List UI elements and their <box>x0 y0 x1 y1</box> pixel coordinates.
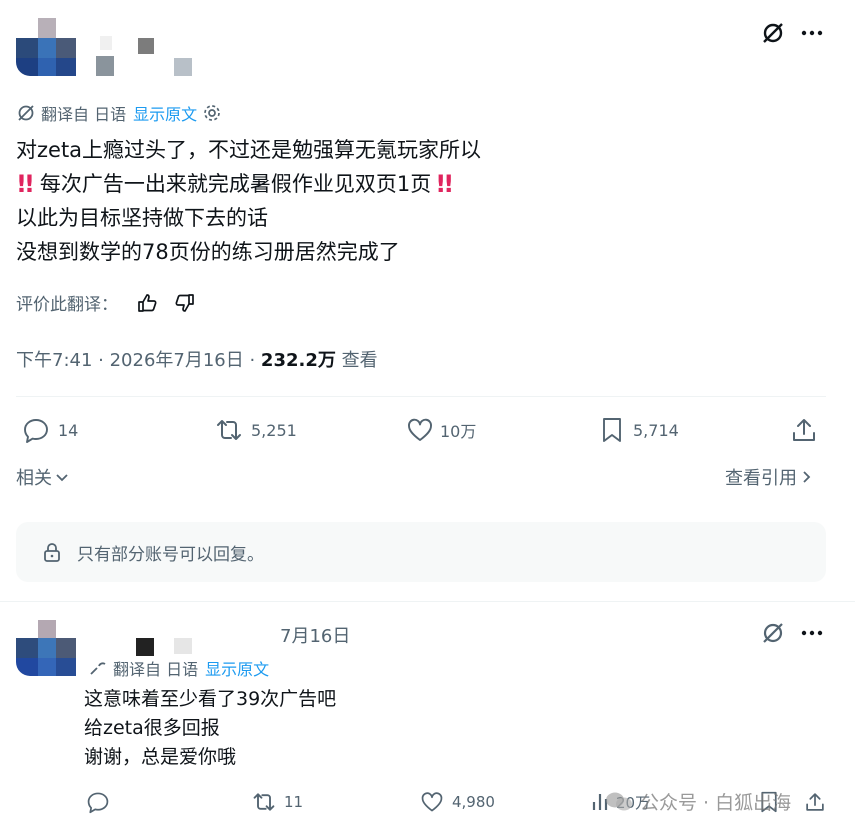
watermark: 公众号 · 白狐出海 <box>604 788 791 815</box>
chevron-right-icon <box>800 469 814 485</box>
like-button[interactable]: 10万 <box>406 416 476 444</box>
grok-icon[interactable] <box>760 620 786 646</box>
post-line: 没想到数学的78页份的练习册居然完成了 <box>16 240 400 264</box>
reply-line: 这意味着至少看了39次广告吧 <box>84 688 337 710</box>
like-icon <box>420 790 444 814</box>
show-original-link[interactable]: 显示原文 <box>133 101 197 125</box>
view-quotes-link[interactable]: 查看引用 <box>725 464 814 490</box>
gear-icon[interactable] <box>202 103 222 123</box>
divider <box>16 396 826 397</box>
divider <box>0 601 855 602</box>
post-line-with-alerts: !! 每次广告一出来就完成暑假作业见双页1页 !! <box>16 167 481 201</box>
reply-count: 14 <box>58 420 79 440</box>
translation-bar: 翻译自 日语 显示原文 <box>16 102 222 124</box>
reply-restriction-box: 只有部分账号可以回复。 <box>16 522 826 582</box>
chevron-down-icon <box>54 469 70 485</box>
translated-from-label: 翻译自 日语 <box>113 660 199 679</box>
double-exclamation-icon: !! <box>435 170 454 198</box>
related-toggle[interactable]: 相关 <box>16 464 70 490</box>
repost-icon <box>250 790 278 814</box>
lock-icon <box>41 541 63 563</box>
reply-repost-count: 11 <box>284 793 304 811</box>
wechat-icon <box>604 790 634 814</box>
reply-line: 给zeta很多回报 <box>84 717 220 739</box>
post-meta: 下午7:41 · 2026年7月16日 · 232.2万 查看 <box>16 346 378 372</box>
post-time[interactable]: 下午7:41 · 2026年7月16日 · <box>16 350 261 371</box>
reply-date[interactable]: 7月16日 <box>280 622 350 648</box>
post-line: 对zeta上瘾过头了，不过还是勉强算无氪玩家所以 <box>16 138 482 162</box>
bookmark-icon <box>599 416 625 444</box>
more-icon[interactable] <box>800 22 824 44</box>
translate-icon <box>16 103 36 123</box>
views-count: 232.2万 <box>260 350 336 371</box>
reply-repost-button[interactable]: 11 <box>250 790 303 814</box>
watermark-text: 公众号 · 白狐出海 <box>640 792 792 814</box>
reply-reply-button[interactable] <box>86 790 116 814</box>
display-name-redacted[interactable] <box>96 36 196 80</box>
reply-display-name-redacted[interactable] <box>98 636 198 658</box>
related-label: 相关 <box>16 468 52 489</box>
repost-icon <box>213 416 245 444</box>
repost-button[interactable]: 5,251 <box>213 416 297 444</box>
rate-translation-label: 评价此翻译： <box>16 295 118 315</box>
reply-like-button[interactable]: 4,980 <box>420 790 495 814</box>
thumbs-up-icon[interactable] <box>136 292 158 314</box>
post-line: 以此为目标坚持做下去的话 <box>16 206 268 230</box>
repost-count: 5,251 <box>251 420 297 440</box>
reply-avatar[interactable] <box>16 620 80 678</box>
reply-icon <box>86 790 110 814</box>
reply-translation-bar: 翻译自 日语 显示原文 <box>88 657 269 679</box>
share-icon[interactable] <box>804 790 826 814</box>
double-exclamation-icon: !! <box>16 170 35 198</box>
post-body: 对zeta上瘾过头了，不过还是勉强算无氪玩家所以 !! 每次广告一出来就完成暑假… <box>16 133 481 269</box>
view-quotes-label: 查看引用 <box>725 468 797 489</box>
post-line: 每次广告一出来就完成暑假作业见双页1页 <box>39 172 432 196</box>
bookmark-button[interactable]: 5,714 <box>599 416 679 444</box>
avatar[interactable] <box>16 18 80 78</box>
like-count: 10万 <box>440 422 477 441</box>
reply-body: 这意味着至少看了39次广告吧 给zeta很多回报 谢谢，总是爱你哦 <box>84 685 336 772</box>
like-icon <box>406 416 434 444</box>
reply-button[interactable]: 14 <box>22 416 78 444</box>
show-original-link[interactable]: 显示原文 <box>205 656 269 680</box>
reply-restriction-text: 只有部分账号可以回复。 <box>77 544 264 565</box>
rate-translation: 评价此翻译： <box>16 290 196 315</box>
more-icon[interactable] <box>800 622 824 644</box>
bookmark-count: 5,714 <box>633 420 679 440</box>
grok-icon[interactable] <box>760 20 786 46</box>
share-icon[interactable] <box>790 416 818 444</box>
thumbs-down-icon[interactable] <box>174 292 196 314</box>
reply-like-count: 4,980 <box>452 793 495 811</box>
translate-icon <box>88 659 108 677</box>
reply-line: 谢谢，总是爱你哦 <box>84 746 237 768</box>
translated-from-label: 翻译自 日语 <box>41 105 127 124</box>
views-label: 查看 <box>335 350 378 371</box>
reply-icon <box>22 416 50 444</box>
